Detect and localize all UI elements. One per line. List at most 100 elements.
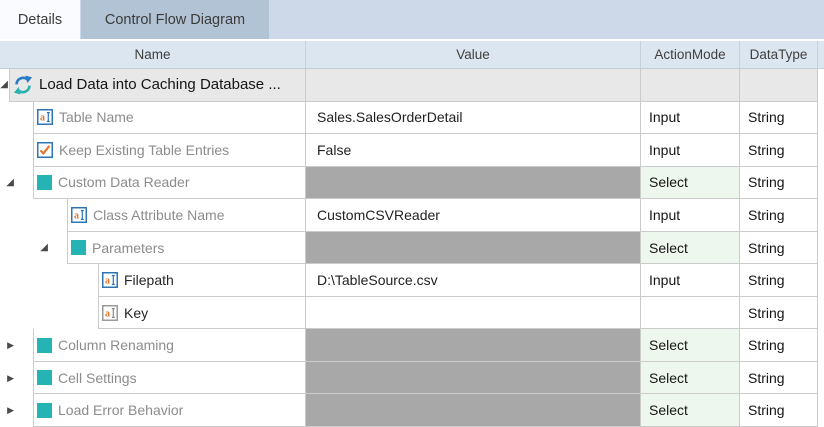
datatype-cell[interactable]: String (740, 134, 818, 167)
property-name[interactable]: Load Data into Caching Database ... (9, 69, 306, 102)
actionmode-cell[interactable]: Select (641, 232, 740, 265)
column-header-value[interactable]: Value (306, 41, 641, 68)
column-header-name[interactable]: Name (0, 41, 306, 68)
row-filler (818, 102, 824, 135)
table-row: ▶ Column Renaming Select String (0, 329, 824, 362)
value-cell[interactable] (306, 394, 641, 427)
actionmode-cell[interactable] (641, 69, 740, 102)
actionmode-text: Select (649, 402, 688, 418)
column-header-datatype[interactable]: DataType (740, 41, 818, 68)
datatype-text: String (748, 207, 785, 223)
refresh-icon (13, 75, 33, 95)
actionmode-cell[interactable]: Input (641, 199, 740, 232)
table-row: ▶ Load Error Behavior Select String (0, 394, 824, 427)
name-cell: a Filepath (0, 264, 306, 297)
value-cell[interactable]: Sales.SalesOrderDetail (306, 102, 641, 135)
datatype-text: String (748, 142, 785, 158)
actionmode-text: Select (649, 174, 688, 190)
property-name[interactable]: Column Renaming (33, 329, 306, 362)
property-name[interactable]: Custom Data Reader (33, 167, 306, 200)
value-text: Sales.SalesOrderDetail (317, 109, 463, 125)
actionmode-cell[interactable]: Input (641, 264, 740, 297)
datatype-cell[interactable]: String (740, 199, 818, 232)
property-name-label: Cell Settings (58, 370, 137, 386)
property-name[interactable]: Load Error Behavior (33, 394, 306, 427)
actionmode-cell[interactable]: Input (641, 102, 740, 135)
actionmode-text: Input (649, 142, 680, 158)
property-name-label: Filepath (124, 272, 174, 288)
name-cell: ▶ Column Renaming (0, 329, 306, 362)
table-row: a Filepath D:\TableSource.csv Input String (0, 264, 824, 297)
property-name[interactable]: Cell Settings (33, 362, 306, 395)
actionmode-cell[interactable]: Select (641, 362, 740, 395)
datatype-cell[interactable]: String (740, 102, 818, 135)
datatype-cell[interactable]: String (740, 297, 818, 330)
actionmode-text: Input (649, 207, 680, 223)
datatype-text: String (748, 402, 785, 418)
row-filler (818, 134, 824, 167)
property-name-label: Custom Data Reader (58, 174, 190, 190)
actionmode-text: Select (649, 240, 688, 256)
property-name[interactable]: Parameters (67, 232, 306, 265)
property-name-label: Column Renaming (58, 337, 174, 353)
expand-toggle-icon[interactable]: ▶ (7, 374, 14, 383)
property-name-label: Keep Existing Table Entries (59, 142, 229, 158)
property-rows: ◢ Load Data into Caching Database ... aTab… (0, 69, 824, 427)
svg-text:a: a (74, 211, 79, 222)
expand-toggle-icon[interactable]: ▶ (7, 406, 14, 415)
collapse-toggle-icon[interactable]: ◢ (0, 80, 8, 90)
value-cell[interactable] (306, 167, 641, 200)
datatype-cell[interactable]: String (740, 329, 818, 362)
row-filler (818, 199, 824, 232)
property-name-label: Load Data into Caching Database ... (39, 76, 281, 93)
property-name-label: Parameters (92, 240, 164, 256)
name-cell: ▶ Load Error Behavior (0, 394, 306, 427)
expand-toggle-icon[interactable]: ▶ (7, 341, 14, 350)
datatype-text: String (748, 305, 785, 321)
value-cell[interactable]: D:\TableSource.csv (306, 264, 641, 297)
value-cell[interactable] (306, 329, 641, 362)
datatype-cell[interactable]: String (740, 394, 818, 427)
datatype-text: String (748, 272, 785, 288)
actionmode-cell[interactable]: Input (641, 134, 740, 167)
property-name[interactable]: a Filepath (98, 264, 306, 297)
svg-text:a: a (105, 276, 110, 287)
property-name[interactable]: aClass Attribute Name (67, 199, 306, 232)
value-cell[interactable] (306, 232, 641, 265)
value-cell[interactable] (306, 69, 641, 102)
datatype-text: String (748, 240, 785, 256)
svg-text:a: a (105, 308, 110, 319)
tab-bar-filler (269, 0, 824, 39)
indent-zone (0, 264, 98, 297)
property-name[interactable]: a Key (98, 297, 306, 330)
datatype-cell[interactable]: String (740, 264, 818, 297)
row-filler (818, 69, 824, 102)
actionmode-cell[interactable]: Select (641, 329, 740, 362)
collapse-toggle-icon[interactable]: ◢ (6, 178, 14, 188)
datatype-cell[interactable]: String (740, 167, 818, 200)
datatype-cell[interactable] (740, 69, 818, 102)
row-filler (818, 362, 824, 395)
indent-zone (0, 297, 98, 330)
property-name[interactable]: Keep Existing Table Entries (33, 134, 306, 167)
tab-control-flow-diagram[interactable]: Control Flow Diagram (81, 0, 269, 39)
collapse-toggle-icon[interactable]: ◢ (40, 243, 48, 253)
tab-details[interactable]: Details (0, 0, 80, 39)
actionmode-cell[interactable]: Select (641, 167, 740, 200)
actionmode-cell[interactable] (641, 297, 740, 330)
indent-zone: ▶ (0, 329, 33, 362)
property-name-label: Key (124, 305, 148, 321)
checkbox-icon (37, 142, 53, 158)
column-header-actionmode[interactable]: ActionMode (641, 41, 740, 68)
value-cell[interactable]: False (306, 134, 641, 167)
actionmode-cell[interactable]: Select (641, 394, 740, 427)
property-name[interactable]: aTable Name (33, 102, 306, 135)
value-text: D:\TableSource.csv (317, 272, 438, 288)
value-cell[interactable] (306, 297, 641, 330)
datatype-cell[interactable]: String (740, 232, 818, 265)
value-cell[interactable]: CustomCSVReader (306, 199, 641, 232)
datatype-text: String (748, 337, 785, 353)
actionmode-text: Input (649, 272, 680, 288)
value-cell[interactable] (306, 362, 641, 395)
datatype-cell[interactable]: String (740, 362, 818, 395)
